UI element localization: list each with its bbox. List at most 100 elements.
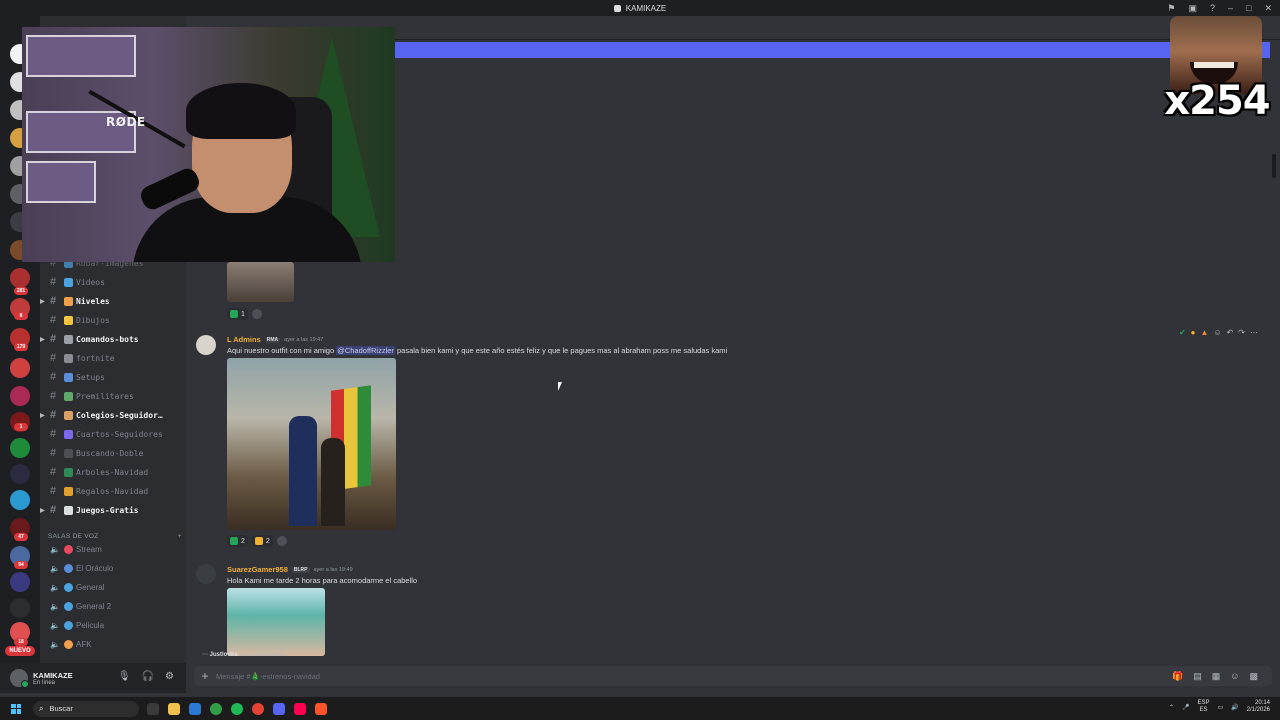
server-icon[interactable]: [10, 464, 30, 484]
message-text: Hola Kami me tarde 2 horas para acomodar…: [227, 576, 418, 585]
clock[interactable]: 20:14 2/1/2026: [1247, 700, 1270, 714]
image-attachment[interactable]: [227, 358, 396, 530]
gif-icon[interactable]: ▤: [1193, 671, 1202, 682]
user-mention[interactable]: @ChadoffRizzler: [336, 346, 395, 355]
channel-item[interactable]: # Regalos-Navidad: [48, 482, 182, 500]
taskbar-search[interactable]: ⌕ Buscar: [33, 700, 139, 717]
voice-channel-item[interactable]: 🔈 General: [48, 578, 182, 596]
channel-name: Juegos-Gratis: [76, 505, 139, 515]
channel-item[interactable]: # fortnite: [48, 349, 182, 367]
check-emoji-icon: [230, 310, 238, 318]
hash-icon: #: [50, 390, 57, 402]
message-composer: + 🎁 ▤ ▦ ☺ ▩: [194, 666, 1272, 686]
more-icon[interactable]: ⋯: [1250, 328, 1258, 337]
maximize-button[interactable]: □: [1246, 3, 1251, 13]
add-channel-icon[interactable]: +: [178, 533, 182, 540]
voice-channel-item[interactable]: 🔈 El Oráculo: [48, 559, 182, 577]
react-fire-icon[interactable]: ▲: [1201, 328, 1209, 337]
voice-channel-item[interactable]: 🔈 Pelicula: [48, 616, 182, 634]
screen-icon[interactable]: ▣: [1188, 3, 1197, 14]
emoji-icon[interactable]: ☺: [1230, 671, 1239, 682]
tiktok-icon[interactable]: [294, 702, 306, 715]
channel-item[interactable]: # Dibujos: [48, 311, 182, 329]
channel-item[interactable]: # Premilitares: [48, 387, 182, 405]
hash-icon: #: [50, 504, 57, 516]
channel-emoji-icon: [64, 486, 73, 496]
headphones-icon[interactable]: 🎧: [142, 671, 154, 682]
channel-item[interactable]: # Setups: [48, 368, 182, 386]
language-indicator[interactable]: ESP ES: [1197, 700, 1209, 714]
avatar[interactable]: [196, 335, 216, 355]
network-icon[interactable]: ▭: [1217, 704, 1223, 711]
server-icon[interactable]: [10, 438, 30, 458]
voice-channel-item[interactable]: 🔈 General 2: [48, 597, 182, 615]
task-view-icon[interactable]: [147, 702, 159, 715]
chevron-up-icon[interactable]: ⌃: [1169, 704, 1174, 711]
server-icon[interactable]: [10, 490, 30, 510]
add-reaction-icon[interactable]: [276, 536, 287, 546]
message-input[interactable]: [216, 671, 1173, 681]
inbox-icon[interactable]: ⚑: [1167, 3, 1175, 14]
voice-channel-name: General 2: [76, 601, 112, 611]
channel-name: Arboles-Navidad: [76, 467, 149, 477]
server-icon[interactable]: [10, 598, 30, 618]
spotify-icon[interactable]: [231, 702, 243, 715]
add-reaction-icon[interactable]: ☺: [1213, 328, 1221, 337]
sticker-icon[interactable]: ▦: [1212, 671, 1221, 682]
reply-icon[interactable]: ↶: [1227, 328, 1234, 337]
discord-icon[interactable]: [273, 702, 285, 715]
server-icon[interactable]: [10, 358, 30, 378]
channel-item[interactable]: ▶ # Comandos-bots: [40, 330, 182, 348]
voice-channel-item[interactable]: 🔈 AFK: [48, 635, 182, 653]
windows-start-icon[interactable]: [11, 703, 21, 714]
browser-icon[interactable]: [252, 702, 264, 715]
channel-item[interactable]: # Videos: [48, 273, 182, 291]
settings-gear-icon[interactable]: ⚙: [165, 671, 174, 682]
chrome-icon[interactable]: [210, 702, 222, 715]
react-check-icon[interactable]: ✔: [1179, 328, 1186, 337]
channel-item[interactable]: ▶ # Juegos-Gratis: [40, 501, 182, 519]
hash-icon: #: [50, 447, 57, 459]
channel-emoji-icon: [64, 391, 73, 401]
add-reaction-icon[interactable]: [251, 309, 262, 319]
brave-icon[interactable]: [315, 702, 327, 715]
server-icon[interactable]: [10, 386, 30, 406]
avatar[interactable]: [196, 564, 216, 584]
help-icon[interactable]: ?: [1210, 3, 1215, 13]
author-name[interactable]: L Admins: [227, 335, 261, 344]
file-explorer-icon[interactable]: [168, 702, 180, 715]
minimize-button[interactable]: –: [1228, 3, 1233, 13]
channel-item[interactable]: # Cuartos-Seguidores: [48, 425, 182, 443]
channel-item[interactable]: ▶ # Colegios-Seguidor…: [40, 406, 182, 424]
mic-tray-icon[interactable]: 🎤: [1182, 704, 1189, 711]
channel-item[interactable]: # Arboles-Navidad: [48, 463, 182, 481]
server-icon[interactable]: [10, 268, 30, 288]
reaction-pill[interactable]: 1: [227, 308, 248, 320]
channel-item[interactable]: ▶ # Niveles: [40, 292, 182, 310]
expand-arrow-icon[interactable]: ▶: [40, 507, 45, 514]
close-button[interactable]: ✕: [1264, 3, 1272, 14]
gift-icon[interactable]: 🎁: [1172, 671, 1183, 682]
expand-arrow-icon[interactable]: ▶: [40, 298, 45, 305]
reaction-pill[interactable]: 2: [227, 535, 248, 547]
expand-arrow-icon[interactable]: ▶: [40, 412, 45, 419]
image-attachment[interactable]: [227, 262, 294, 302]
react-emoji-icon[interactable]: ●: [1191, 328, 1196, 337]
attach-plus-icon[interactable]: +: [194, 669, 216, 683]
channel-item[interactable]: # Buscando-Doble: [48, 444, 182, 462]
store-icon[interactable]: [189, 702, 201, 715]
volume-icon[interactable]: 🔊: [1231, 704, 1238, 711]
forward-icon[interactable]: ↷: [1238, 328, 1245, 337]
expand-arrow-icon[interactable]: ▶: [40, 336, 45, 343]
voice-channel-item[interactable]: 🔈 Stream: [48, 540, 182, 558]
notification-badge: 1: [14, 423, 28, 431]
mouse-cursor-icon: [558, 382, 562, 391]
author-name[interactable]: SuarezGamer958: [227, 565, 288, 574]
server-icon[interactable]: [10, 572, 30, 592]
reaction-pill[interactable]: 2: [251, 535, 273, 547]
image-attachment[interactable]: [227, 588, 325, 656]
apps-icon[interactable]: ▩: [1249, 671, 1258, 682]
avatar[interactable]: [10, 669, 29, 688]
microphone-icon[interactable]: 🎙: [118, 671, 131, 682]
scrollbar[interactable]: [1272, 154, 1276, 178]
